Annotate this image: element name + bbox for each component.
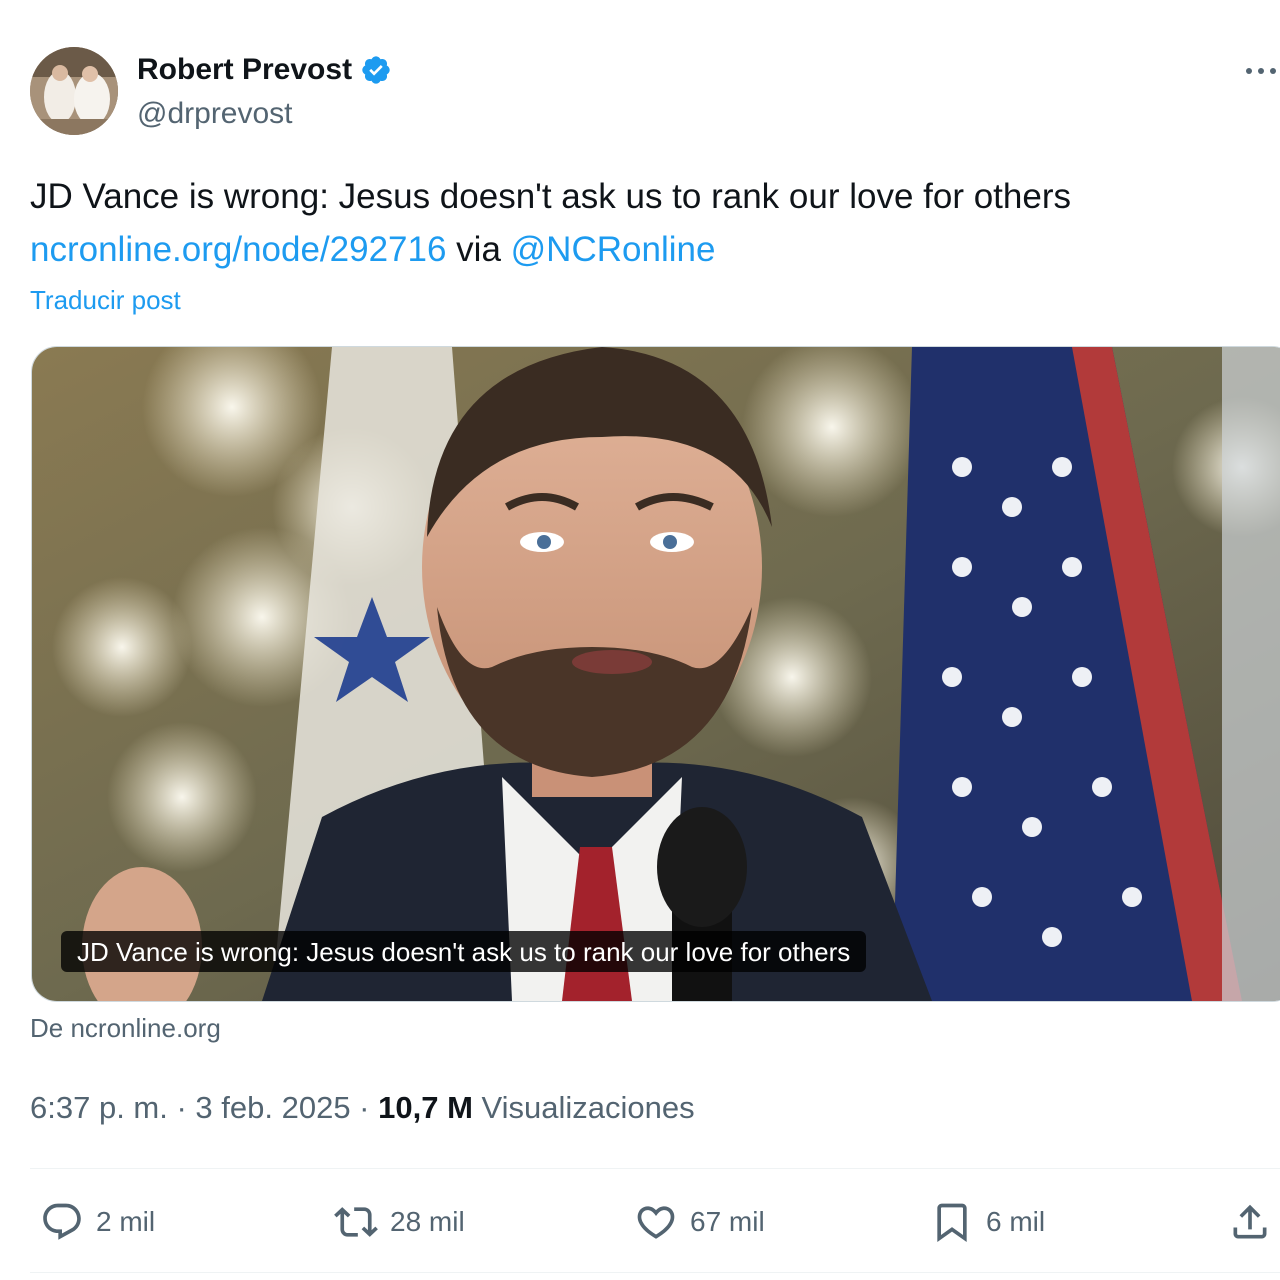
- tweet-text: JD Vance is wrong: Jesus doesn't ask us …: [30, 170, 1270, 276]
- repost-icon: [334, 1207, 378, 1237]
- more-horizontal-icon: [1246, 68, 1276, 74]
- views-count[interactable]: 10,7 M: [378, 1090, 473, 1125]
- reply-icon: [43, 1203, 81, 1240]
- reply-count: 2 mil: [96, 1206, 156, 1237]
- more-options-button[interactable]: [1240, 54, 1280, 88]
- tweet-link[interactable]: ncronline.org/node/292716: [30, 230, 446, 269]
- tweet-date[interactable]: 3 feb. 2025: [195, 1090, 350, 1125]
- divider: [30, 1168, 1280, 1169]
- card-caption: JD Vance is wrong: Jesus doesn't ask us …: [61, 931, 867, 972]
- profile-photo-icon: [30, 47, 118, 135]
- like-button[interactable]: 67 mil: [634, 1190, 765, 1254]
- repost-button[interactable]: 28 mil: [334, 1190, 465, 1254]
- like-count: 67 mil: [690, 1206, 765, 1237]
- share-icon: [1233, 1204, 1267, 1239]
- repost-count: 28 mil: [390, 1206, 465, 1237]
- meta-separator: ·: [167, 1090, 196, 1125]
- author-display-name[interactable]: Robert Prevost: [137, 50, 392, 90]
- tweet-mention[interactable]: @NCRonline: [511, 230, 716, 269]
- bookmark-count: 6 mil: [986, 1206, 1046, 1237]
- tweet-text-main: JD Vance is wrong: Jesus doesn't ask us …: [30, 177, 1071, 216]
- tweet-via-text: via: [446, 230, 511, 269]
- bookmark-icon: [937, 1203, 967, 1243]
- link-preview-card[interactable]: JD Vance is wrong: Jesus doesn't ask us …: [31, 346, 1280, 1002]
- share-button[interactable]: [1228, 1190, 1272, 1254]
- author-handle[interactable]: @drprevost: [137, 95, 293, 133]
- divider: [30, 1272, 1280, 1273]
- translate-post-link[interactable]: Traducir post: [30, 282, 181, 318]
- avatar[interactable]: [30, 47, 118, 135]
- tweet-time[interactable]: 6:37 p. m.: [30, 1090, 168, 1125]
- meta-separator: ·: [350, 1090, 379, 1125]
- reply-button[interactable]: 2 mil: [40, 1190, 155, 1254]
- article-photo-image: [32, 347, 1280, 1001]
- bookmark-button[interactable]: 6 mil: [930, 1190, 1045, 1254]
- card-source-domain[interactable]: De ncronline.org: [30, 1010, 221, 1046]
- tweet-text-links: ncronline.org/node/292716 via @NCRonline: [30, 223, 1270, 276]
- views-label: Visualizaciones: [472, 1090, 695, 1125]
- author-name-text: Robert Prevost: [137, 53, 353, 86]
- verified-badge-icon[interactable]: [360, 54, 392, 86]
- action-bar: 2 mil 28 mil 67 mil 6 mil: [0, 1190, 1280, 1254]
- heart-icon: [637, 1206, 675, 1239]
- tweet-meta: 6:37 p. m. · 3 feb. 2025 · 10,7 M Visual…: [30, 1086, 695, 1130]
